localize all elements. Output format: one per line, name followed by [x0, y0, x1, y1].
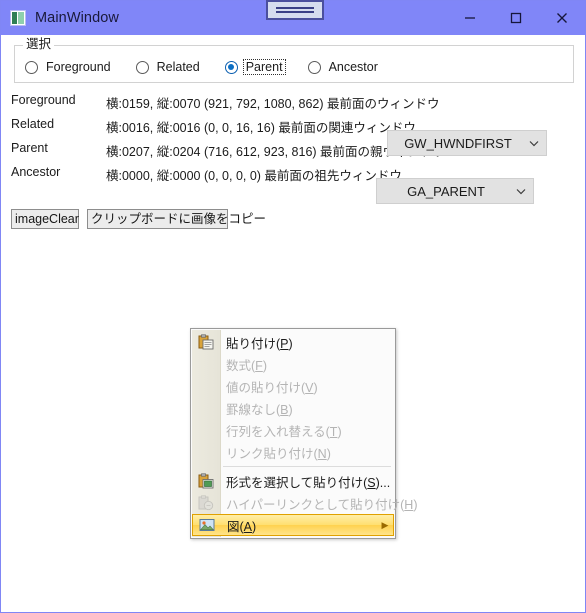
menu-item-paste-values-label: 値の貼り付け(V): [226, 380, 318, 395]
menu-item-paste-link: リンク貼り付け(N): [192, 441, 394, 463]
menu-item-transpose: 行列を入れ替える(T): [192, 419, 394, 441]
menu-item-paste-special[interactable]: 形式を選択して貼り付け(S)...: [192, 470, 394, 492]
page-title: MainWindow: [35, 10, 119, 26]
radio-mark-ancestor: [307, 60, 321, 74]
menu-item-paste-link-label: リンク貼り付け(N): [226, 446, 331, 461]
menu-item-paste[interactable]: 貼り付け(P): [192, 331, 394, 353]
floating-handle-widget[interactable]: [266, 0, 324, 20]
menu-item-no-borders-label: 罫線なし(B): [226, 402, 293, 417]
chevron-down-icon: [509, 188, 533, 195]
close-button[interactable]: [539, 1, 585, 35]
info-row-value-foreground: 横:0159, 縦:0070 (921, 792, 1080, 862) 最前面…: [106, 97, 440, 111]
client-area: 選択 Foreground Related Parent Ancestor Fo: [1, 35, 585, 612]
submenu-arrow-icon: ▶: [381, 519, 389, 530]
picture-icon: [193, 517, 221, 533]
related-window-combobox[interactable]: GW_HWNDFIRST: [387, 130, 547, 156]
title-bar: MainWindow: [1, 0, 585, 35]
radio-parent[interactable]: Parent: [224, 59, 286, 75]
paste-icon: [192, 334, 220, 350]
image-clear-button[interactable]: imageClear: [11, 209, 79, 229]
ancestor-window-combobox-value: GA_PARENT: [407, 183, 485, 199]
selection-group-legend: 選択: [23, 38, 55, 51]
radio-foreground[interactable]: Foreground: [25, 60, 113, 74]
radio-ancestor[interactable]: Ancestor: [307, 60, 380, 74]
radio-label-related: Related: [156, 60, 200, 74]
menu-item-paste-label: 貼り付け(P): [226, 336, 293, 351]
radio-label-ancestor: Ancestor: [328, 60, 378, 74]
menu-item-picture[interactable]: 図(A) ▶: [192, 514, 394, 536]
info-row-value-ancestor: 横:0000, 縦:0000 (0, 0, 0, 0) 最前面の祖先ウィンドウ: [106, 169, 402, 183]
menu-item-formula-label: 数式(F): [226, 358, 267, 373]
paste-hyperlink-icon: [192, 495, 220, 511]
selection-radio-group: Foreground Related Parent Ancestor: [25, 59, 403, 75]
menu-item-picture-label: 図(A): [227, 519, 257, 534]
menu-item-formula: 数式(F): [192, 353, 394, 375]
info-row-label-parent: Parent: [11, 141, 48, 155]
info-row-label-ancestor: Ancestor: [11, 165, 61, 179]
info-row-foreground: Foreground 横:0159, 縦:0070 (921, 792, 108…: [1, 91, 586, 115]
menu-item-paste-special-label: 形式を選択して貼り付け(S)...: [226, 475, 391, 490]
radio-mark-foreground: [25, 60, 38, 74]
main-window: MainWindow 選択 Foreground Related Parent …: [0, 0, 586, 613]
copy-image-to-clipboard-button[interactable]: クリップボードに画像をコピー: [87, 209, 266, 229]
radio-mark-related: [135, 60, 149, 74]
menu-separator: [223, 466, 391, 467]
info-row-label-related: Related: [11, 117, 55, 131]
ancestor-window-combobox[interactable]: GA_PARENT: [376, 178, 534, 204]
caption-button-group: [447, 1, 585, 35]
minimize-button[interactable]: [447, 1, 493, 35]
radio-label-parent: Parent: [242, 59, 286, 75]
maximize-button[interactable]: [493, 1, 539, 35]
related-window-combobox-value: GW_HWNDFIRST: [404, 135, 512, 151]
paste-special-icon: [192, 473, 220, 489]
radio-related[interactable]: Related: [135, 60, 202, 74]
menu-item-no-borders: 罫線なし(B): [192, 397, 394, 419]
info-row-label-foreground: Foreground: [11, 93, 76, 107]
app-window-icon: [10, 10, 26, 26]
chevron-down-icon: [522, 140, 546, 147]
menu-item-paste-hyperlink-label: ハイパーリンクとして貼り付け(H): [226, 497, 418, 512]
menu-item-paste-hyperlink: ハイパーリンクとして貼り付け(H): [192, 492, 418, 514]
radio-label-foreground: Foreground: [46, 60, 111, 74]
paste-context-menu: 貼り付け(P) 数式(F) 値の貼り付け(V) 罫線なし(B) 行列を入れ替える…: [190, 328, 418, 539]
info-row-value-related: 横:0016, 縦:0016 (0, 0, 16, 16) 最前面の関連ウィンド…: [106, 121, 416, 135]
radio-mark-parent: [224, 60, 238, 74]
menu-item-paste-values: 値の貼り付け(V): [192, 375, 394, 397]
menu-item-transpose-label: 行列を入れ替える(T): [226, 424, 342, 439]
